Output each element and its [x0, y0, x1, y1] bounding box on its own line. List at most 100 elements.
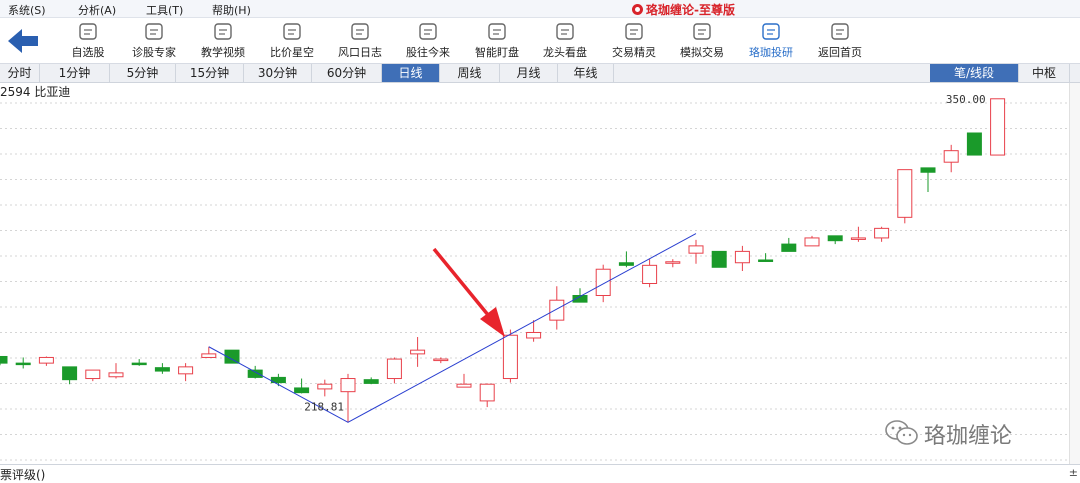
candle[interactable]: [711, 250, 727, 268]
toolbar-button-2[interactable]: 教学视频: [193, 20, 253, 62]
candle[interactable]: [526, 320, 542, 342]
candle[interactable]: [920, 167, 936, 193]
back-arrow-icon[interactable]: [6, 26, 40, 56]
candle-body: [108, 372, 124, 378]
candle[interactable]: [0, 355, 8, 366]
menu-help[interactable]: 帮助(H): [212, 2, 251, 18]
candle[interactable]: [131, 359, 147, 366]
candle[interactable]: [456, 373, 472, 388]
menu-analysis[interactable]: 分析(A): [78, 2, 116, 18]
candle[interactable]: [317, 379, 333, 397]
candle-body: [433, 358, 449, 362]
candle[interactable]: [178, 363, 194, 382]
candle[interactable]: [990, 98, 1006, 156]
toolbar-button-1[interactable]: 诊股专家: [124, 20, 184, 62]
toolbar-button-label: 返回首页: [818, 46, 862, 59]
candle[interactable]: [642, 259, 658, 288]
candle[interactable]: [108, 363, 124, 379]
candle[interactable]: [85, 369, 101, 382]
candle-body: [456, 383, 472, 388]
candle-body: [618, 262, 634, 266]
candle[interactable]: [363, 377, 379, 385]
candle-body: [804, 237, 820, 247]
candle[interactable]: [688, 239, 704, 264]
tab-bi-segment[interactable]: 笔/线段: [930, 64, 1019, 82]
low-price-label: 218.81: [304, 400, 344, 413]
home-icon: [831, 23, 849, 40]
toolbar-button-3[interactable]: 比价星空: [262, 20, 322, 62]
bottom-bar: [0, 464, 1080, 483]
candle[interactable]: [897, 169, 913, 224]
monitor-icon: [488, 23, 506, 40]
candle-body: [317, 383, 333, 390]
candle[interactable]: [758, 253, 774, 262]
candle[interactable]: [154, 363, 170, 374]
candle-body: [920, 167, 936, 173]
candle[interactable]: [827, 235, 843, 245]
toolbar: 自选股 诊股专家 教学视频 比价星空 风口日志 股往今来 智能盯盘 龙头看盘 交易精灵 模拟交易 珞…: [0, 18, 1080, 64]
scroll-marker[interactable]: ±: [1069, 466, 1078, 479]
candle-body: [688, 245, 704, 254]
candle[interactable]: [15, 357, 31, 369]
candle[interactable]: [410, 337, 426, 367]
toolbar-button-4[interactable]: 风口日志: [330, 20, 390, 62]
tab-period-1[interactable]: 1分钟: [40, 64, 110, 82]
tab-period-8[interactable]: 月线: [500, 64, 558, 82]
menu-tools[interactable]: 工具(T): [146, 2, 183, 18]
diagnose-icon: [145, 23, 163, 40]
candle[interactable]: [943, 144, 959, 173]
candle[interactable]: [479, 383, 495, 408]
candle-body: [897, 169, 913, 218]
tab-period-6[interactable]: 日线: [382, 64, 440, 82]
candle[interactable]: [850, 226, 866, 242]
toolbar-button-0[interactable]: 自选股: [58, 20, 118, 62]
candle-body: [526, 331, 542, 339]
candle-body: [758, 259, 774, 262]
tab-period-3[interactable]: 15分钟: [176, 64, 244, 82]
tab-period-9[interactable]: 年线: [558, 64, 614, 82]
candle-body: [874, 227, 890, 239]
toolbar-button-label: 交易精灵: [612, 46, 656, 59]
watermark-text: 珞珈缠论: [924, 424, 1013, 449]
candle[interactable]: [294, 378, 310, 394]
tab-period-0[interactable]: 分时: [0, 64, 40, 82]
candle-body: [294, 387, 310, 394]
toolbar-button-5[interactable]: 股往今来: [398, 20, 458, 62]
candle[interactable]: [340, 373, 356, 423]
candle[interactable]: [201, 346, 217, 358]
candle-body: [990, 98, 1006, 156]
candle[interactable]: [966, 132, 982, 156]
candle[interactable]: [572, 288, 588, 303]
tab-period-5[interactable]: 60分钟: [312, 64, 382, 82]
toolbar-button-9[interactable]: 模拟交易: [672, 20, 732, 62]
candle[interactable]: [549, 286, 565, 330]
candle[interactable]: [502, 329, 518, 383]
vertical-scrollbar[interactable]: [1069, 83, 1080, 464]
toolbar-button-6[interactable]: 智能盯盘: [467, 20, 527, 62]
tab-period-7[interactable]: 周线: [440, 64, 500, 82]
candle[interactable]: [665, 259, 681, 268]
toolbar-button-label: 比价星空: [270, 46, 314, 59]
candle[interactable]: [874, 226, 890, 242]
menu-system[interactable]: 系统(S): [8, 2, 46, 18]
candle-body: [178, 366, 194, 375]
toolbar-button-8[interactable]: 交易精灵: [604, 20, 664, 62]
toolbar-button-7[interactable]: 龙头看盘: [535, 20, 595, 62]
app-title: 珞珈缠论-至尊版: [632, 1, 735, 18]
candle-body: [966, 132, 982, 156]
candle[interactable]: [804, 235, 820, 247]
tab-period-4[interactable]: 30分钟: [244, 64, 312, 82]
tab-period-2[interactable]: 5分钟: [110, 64, 176, 82]
candle[interactable]: [38, 356, 54, 366]
candle[interactable]: [734, 245, 750, 272]
leader-icon: [556, 23, 574, 40]
candle-body: [850, 237, 866, 240]
toolbar-button-11[interactable]: 返回首页: [810, 20, 870, 62]
candle[interactable]: [618, 251, 634, 268]
candle[interactable]: [386, 357, 402, 384]
candle[interactable]: [62, 366, 78, 385]
tab-pivot[interactable]: 中枢: [1019, 64, 1070, 82]
toolbar-button-10[interactable]: 珞珈投研: [741, 20, 801, 62]
kline-chart[interactable]: 218.81 350.00: [0, 83, 1068, 464]
candle[interactable]: [781, 237, 797, 252]
